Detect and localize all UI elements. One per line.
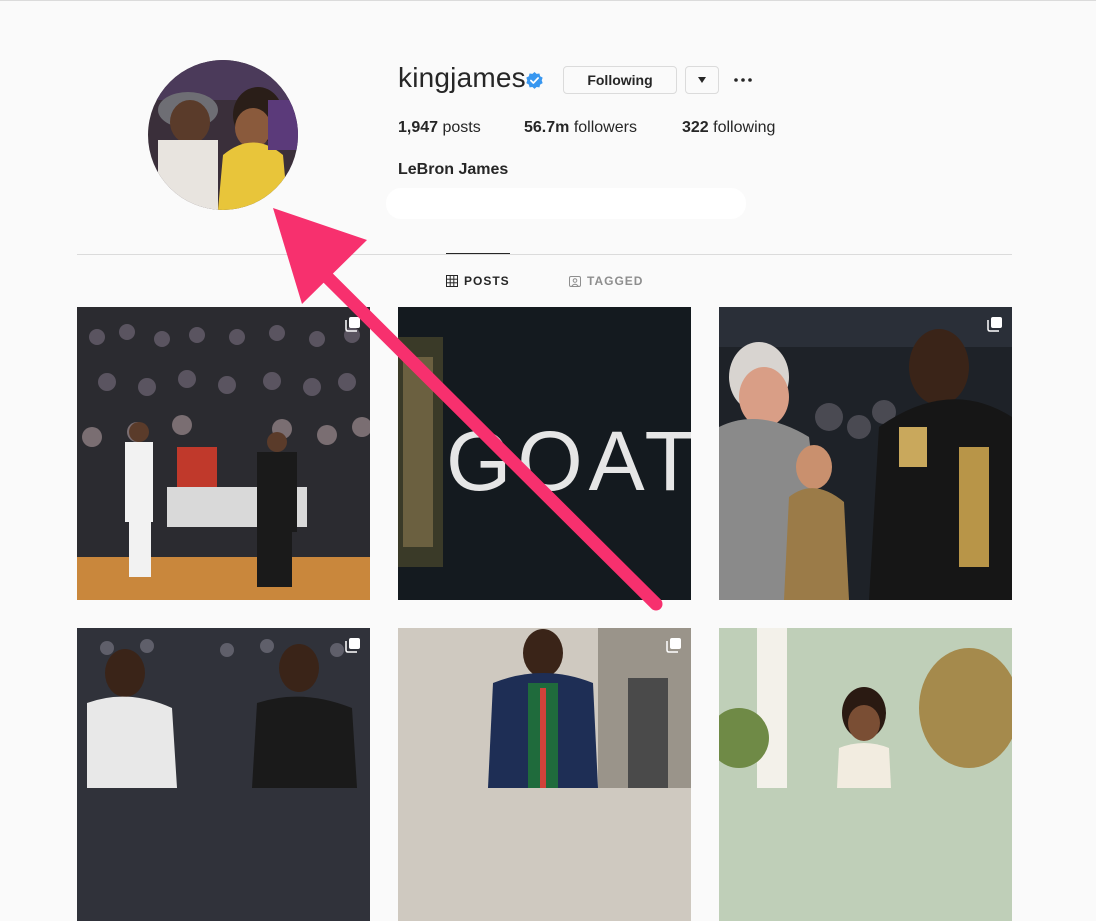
post-thumbnail[interactable]: GOAT — [398, 307, 691, 600]
following-button[interactable]: Following — [563, 66, 677, 94]
bio-redacted-bar — [386, 188, 746, 219]
tab-posts-label: POSTS — [464, 274, 510, 288]
verified-badge-icon — [526, 71, 543, 89]
post-thumbnail[interactable] — [719, 307, 1012, 600]
multiple-photos-icon — [666, 638, 681, 653]
more-options-icon — [734, 78, 752, 82]
tab-tagged-label: TAGGED — [587, 274, 644, 288]
post-thumbnail[interactable] — [719, 628, 1012, 921]
followers-label: followers — [573, 119, 637, 136]
following-button-label: Following — [587, 72, 653, 88]
multiple-photos-icon — [987, 317, 1002, 332]
profile-full-name: LeBron James — [398, 161, 509, 178]
profile-username: kingjames — [398, 62, 526, 93]
multiple-photos-icon — [345, 317, 360, 332]
following-stat[interactable]: 322 following — [682, 119, 775, 137]
posts-count: 1,947 — [398, 119, 439, 136]
tabs-divider — [77, 254, 1012, 255]
profile-avatar[interactable] — [148, 60, 298, 210]
followers-stat[interactable]: 56.7m followers — [524, 119, 637, 137]
tab-posts[interactable]: POSTS — [446, 273, 510, 289]
posts-stat: 1,947 posts — [398, 119, 481, 137]
more-options-button[interactable] — [731, 68, 755, 92]
active-tab-indicator — [446, 253, 510, 254]
post-thumbnail[interactable] — [77, 628, 370, 921]
top-border — [0, 0, 1096, 1]
multiple-photos-icon — [345, 638, 360, 653]
grid-icon — [446, 275, 458, 287]
post-thumbnail[interactable] — [398, 628, 691, 921]
following-label: following — [713, 119, 776, 136]
post-thumbnail[interactable] — [77, 307, 370, 600]
tab-tagged[interactable]: TAGGED — [569, 273, 643, 289]
caret-down-icon — [698, 77, 706, 83]
suggestions-dropdown-button[interactable] — [685, 66, 719, 94]
tagged-icon — [569, 276, 581, 287]
followers-count: 56.7m — [524, 119, 570, 136]
goat-sign-text: GOAT — [446, 414, 691, 508]
following-count: 322 — [682, 119, 709, 136]
posts-label: posts — [442, 119, 481, 136]
profile-page: kingjames Following 1,947 posts 56.7m fo… — [0, 0, 1096, 921]
